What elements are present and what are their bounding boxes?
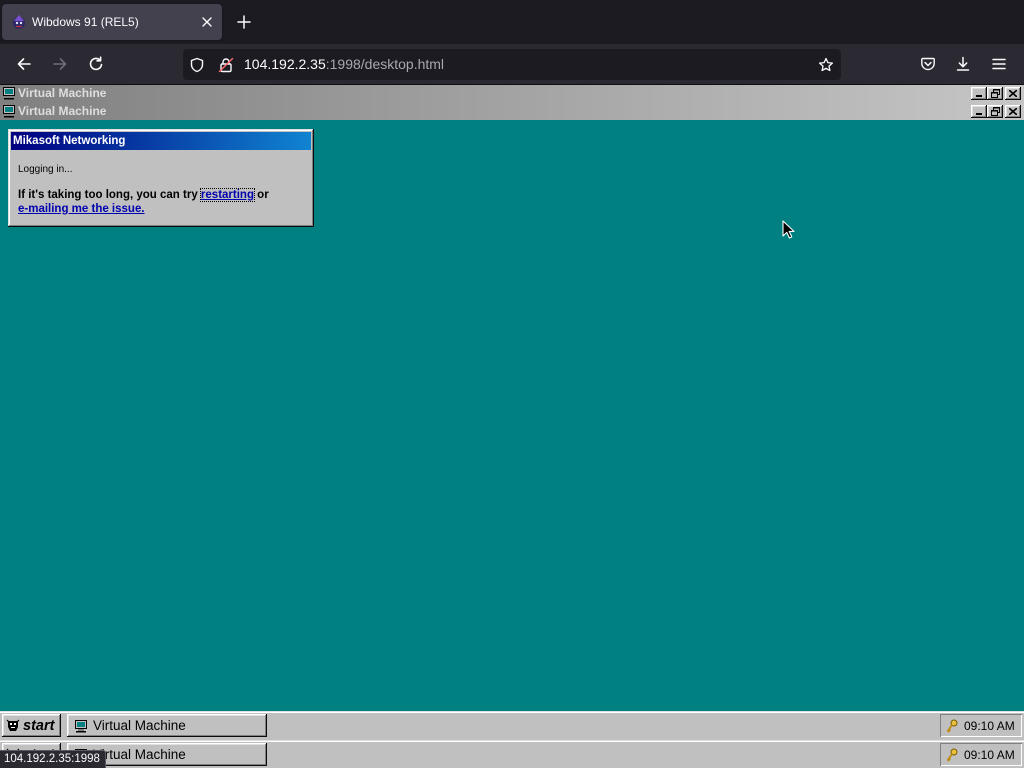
tab-title: Wibdows 91 (REL5)	[32, 15, 139, 29]
shield-icon[interactable]	[185, 53, 209, 76]
taskbar: start Virtual Machine 09:10 AM	[0, 711, 1024, 740]
help-message: If it's taking too long, you can try res…	[18, 188, 311, 216]
computer-icon	[74, 719, 88, 733]
tray-clock[interactable]: 09:10 AM	[964, 719, 1015, 733]
taskbar: start Virtual Machine 09:10 AM	[0, 740, 1024, 768]
start-button[interactable]: start	[2, 714, 61, 737]
back-button[interactable]	[10, 50, 38, 78]
minimize-button[interactable]	[971, 87, 987, 100]
menu-icon	[992, 58, 1006, 70]
networking-dialog: Mikasoft Networking Logging in... If it'…	[8, 129, 314, 227]
minimize-icon	[976, 113, 982, 115]
close-button[interactable]	[1005, 105, 1021, 118]
vm-window-titlebar-1[interactable]: Virtual Machine	[0, 85, 1024, 102]
pocket-icon	[921, 57, 935, 71]
pocket-button[interactable]	[914, 50, 942, 78]
mouse-cursor-icon	[782, 220, 795, 239]
app-menu-button[interactable]	[985, 50, 1013, 78]
forward-button[interactable]	[46, 50, 74, 78]
start-logo-icon	[5, 718, 21, 734]
restore-button[interactable]	[987, 87, 1003, 100]
key-icon[interactable]	[946, 748, 958, 762]
help-message-text: If it's taking too long, you can try	[18, 189, 201, 201]
browser-tab-active[interactable]: Wibdows 91 (REL5)	[2, 4, 222, 40]
dialog-body: Logging in... If it's taking too long, y…	[11, 150, 311, 216]
close-icon	[1009, 108, 1017, 115]
tray-clock[interactable]: 09:10 AM	[964, 748, 1015, 762]
login-status-text: Logging in...	[18, 164, 73, 175]
url-text[interactable]: 104.192.2.35:1998/desktop.html	[244, 56, 444, 73]
plus-icon	[237, 15, 251, 29]
tab-strip: Wibdows 91 (REL5)	[0, 0, 1024, 44]
insecure-lock-icon[interactable]	[214, 53, 238, 76]
url-host: 104.192.2.35	[244, 56, 326, 72]
restart-link[interactable]: restarting	[199, 188, 255, 202]
site-favicon-icon	[11, 14, 27, 30]
download-icon	[956, 56, 970, 71]
vm-window-titlebar-2[interactable]: Virtual Machine	[0, 102, 1024, 120]
taskbar-button-label: Virtual Machine	[93, 717, 186, 733]
reload-icon	[89, 56, 103, 71]
navigation-toolbar: 104.192.2.35:1998/desktop.html	[0, 44, 1024, 85]
computer-icon	[2, 86, 16, 100]
dialog-title: Mikasoft Networking	[13, 135, 126, 147]
restore-icon	[990, 89, 1000, 98]
vm-window-title: Virtual Machine	[18, 104, 107, 118]
bookmark-star-icon[interactable]	[814, 53, 838, 76]
start-label: start	[23, 717, 55, 734]
back-arrow-icon	[17, 58, 31, 70]
system-tray: 09:10 AM	[940, 743, 1022, 766]
dialog-titlebar[interactable]: Mikasoft Networking	[11, 132, 311, 150]
forward-arrow-icon	[53, 58, 67, 70]
downloads-button[interactable]	[949, 50, 977, 78]
restore-icon	[990, 107, 1000, 116]
close-icon	[1009, 90, 1017, 97]
minimize-icon	[976, 95, 982, 97]
taskbar-button-virtual-machine[interactable]: Virtual Machine	[67, 714, 267, 737]
restore-button[interactable]	[987, 105, 1003, 118]
taskbar-button-label: Virtual Machine	[93, 746, 186, 762]
close-icon[interactable]	[198, 13, 216, 31]
vm-window-title: Virtual Machine	[18, 86, 107, 100]
help-message-or: or	[253, 189, 269, 201]
url-path: :1998/desktop.html	[325, 56, 445, 72]
system-tray: 09:10 AM	[940, 714, 1022, 737]
new-tab-button[interactable]	[232, 10, 256, 34]
key-icon[interactable]	[946, 719, 958, 733]
url-bar[interactable]: 104.192.2.35:1998/desktop.html	[183, 49, 841, 80]
close-button[interactable]	[1005, 87, 1021, 100]
reload-button[interactable]	[82, 50, 110, 78]
computer-icon	[2, 104, 16, 118]
link-status-tooltip: 104.192.2.35:1998	[0, 750, 106, 768]
minimize-button[interactable]	[971, 105, 987, 118]
email-issue-link[interactable]: e-mailing me the issue.	[18, 203, 145, 215]
